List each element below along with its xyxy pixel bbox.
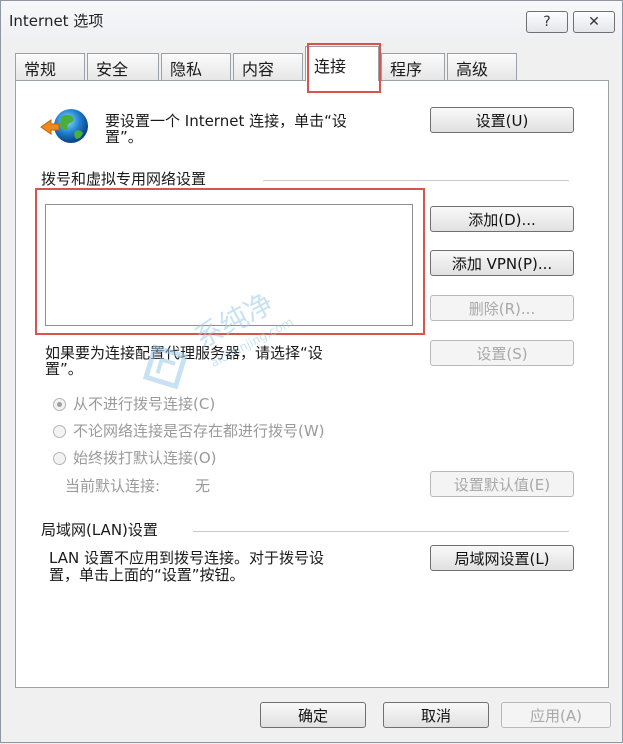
radio-always-dial[interactable] <box>53 452 66 465</box>
lan-section-title: 局域网(LAN)设置 <box>41 521 158 539</box>
ok-button[interactable]: 确定 <box>260 702 366 728</box>
apply-button[interactable]: 应用(A) <box>501 702 611 728</box>
dialup-settings-button[interactable]: 设置(S) <box>430 340 574 366</box>
set-default-button[interactable]: 设置默认值(E) <box>430 471 574 497</box>
lan-settings-button[interactable]: 局域网设置(L) <box>430 545 574 571</box>
radio-dial-whenever[interactable] <box>53 425 66 438</box>
radio-never-dial[interactable] <box>53 398 66 411</box>
cancel-button[interactable]: 取消 <box>383 702 489 728</box>
radio-never-dial-label: 从不进行拨号连接(C) <box>73 395 216 413</box>
list-highlight-box <box>35 188 425 335</box>
lan-text-line2: 置，单击上面的“设置”按钮。 <box>49 566 245 584</box>
internet-options-dialog: Internet 选项 ? ✕ 常规 安全 隐私 内容 连接 程序 高级 要设置… <box>0 0 623 743</box>
add-button[interactable]: 添加(D)... <box>430 206 574 232</box>
current-default-label: 当前默认连接: <box>65 477 161 495</box>
divider <box>193 531 569 532</box>
divider <box>263 180 569 181</box>
proxy-text-line1: 如果要为连接配置代理服务器，请选择“设 <box>45 344 323 362</box>
radio-always-dial-label: 始终拨打默认连接(O) <box>73 449 217 467</box>
setup-button[interactable]: 设置(U) <box>430 107 574 133</box>
dialup-section-title: 拨号和虚拟专用网络设置 <box>41 170 207 188</box>
lan-text-line1: LAN 设置不应用到拨号连接。对于拨号设 <box>49 549 324 567</box>
add-vpn-button[interactable]: 添加 VPN(P)... <box>430 250 574 276</box>
internet-globe-icon <box>40 109 88 143</box>
proxy-text-line2: 置”。 <box>45 360 83 378</box>
current-default-value: 无 <box>195 477 211 495</box>
delete-button[interactable]: 删除(R)... <box>430 295 574 321</box>
radio-dial-whenever-label: 不论网络连接是否存在都进行拨号(W) <box>73 422 325 440</box>
setup-text-line2: 置”。 <box>105 128 143 146</box>
